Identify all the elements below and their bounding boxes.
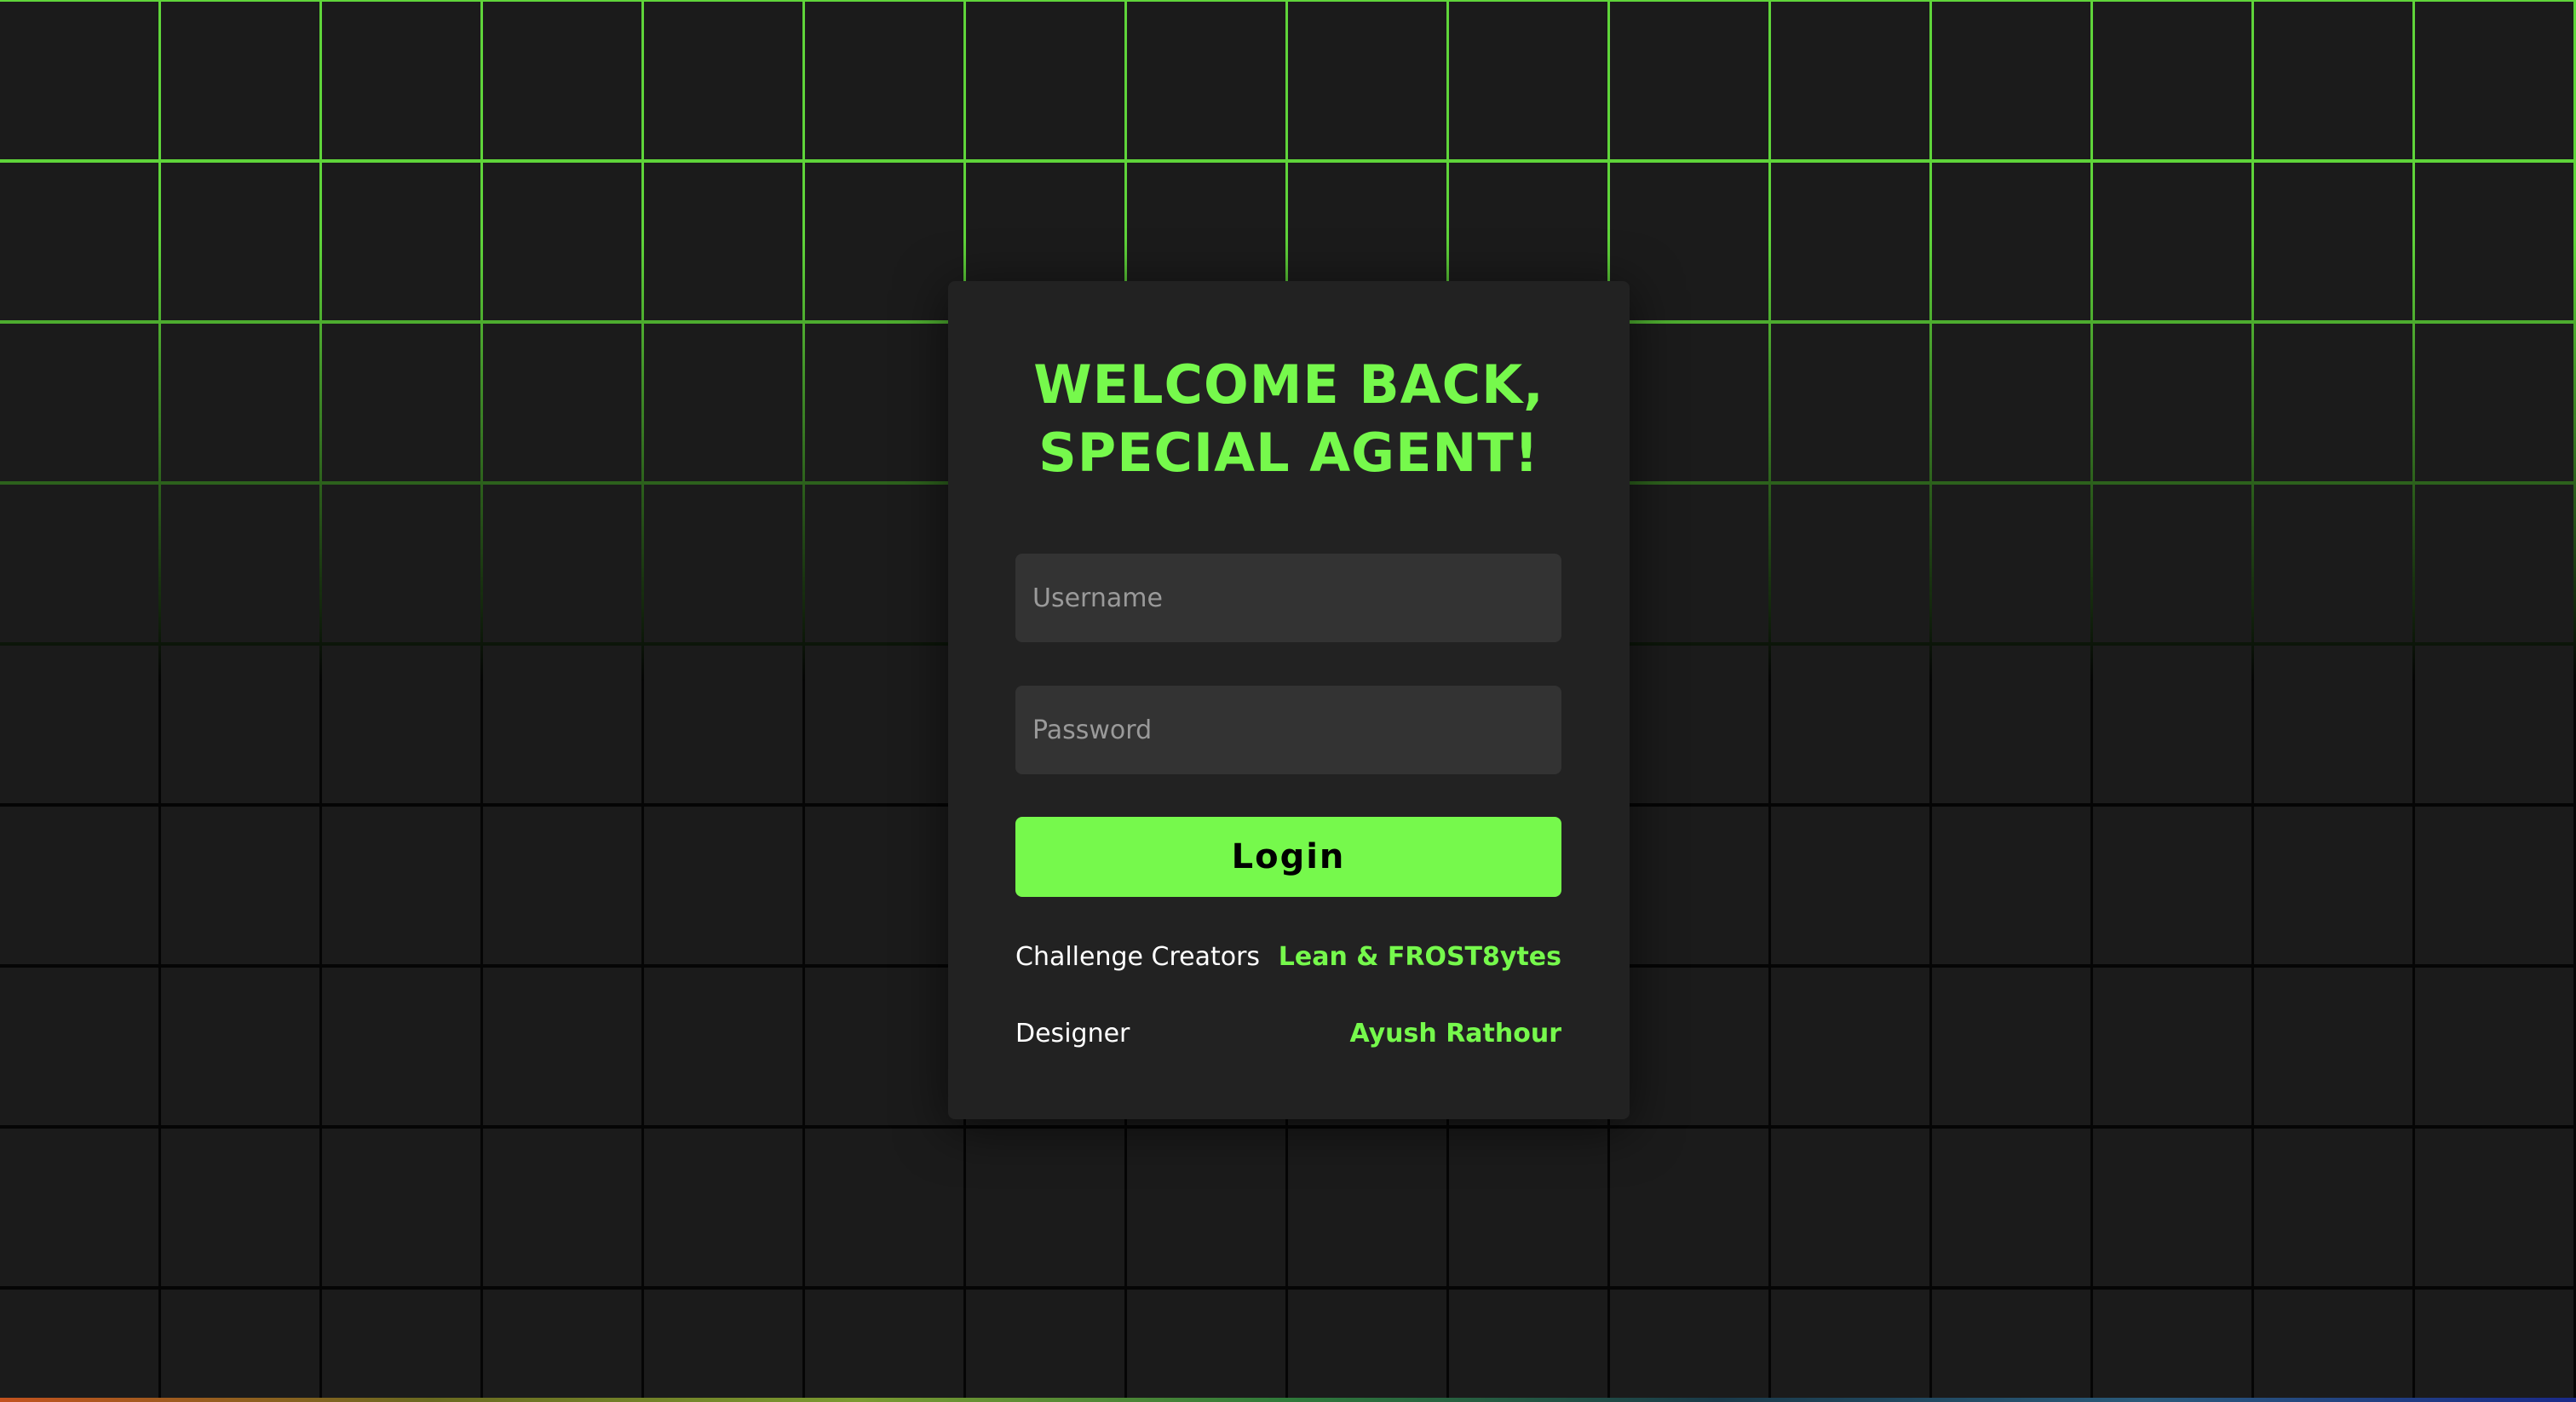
credit-row-creators: Challenge Creators Lean & FROST8ytes xyxy=(1015,942,1561,972)
title-line-1: WELCOME BACK, xyxy=(1033,353,1544,416)
title-line-2: SPECIAL AGENT! xyxy=(1038,422,1539,484)
credit-value: Lean & FROST8ytes xyxy=(1278,942,1561,972)
credit-label: Challenge Creators xyxy=(1015,942,1261,972)
login-button[interactable]: Login xyxy=(1015,817,1561,897)
password-input[interactable] xyxy=(1015,686,1561,774)
page-title: WELCOME BACK, SPECIAL AGENT! xyxy=(948,351,1630,487)
login-card: WELCOME BACK, SPECIAL AGENT! Login Chall… xyxy=(948,281,1630,1119)
username-input[interactable] xyxy=(1015,554,1561,642)
credit-label: Designer xyxy=(1015,1019,1130,1049)
credit-row-designer: Designer Ayush Rathour xyxy=(1015,1019,1561,1049)
dock-edge xyxy=(0,1398,2576,1402)
credit-value: Ayush Rathour xyxy=(1349,1019,1561,1049)
